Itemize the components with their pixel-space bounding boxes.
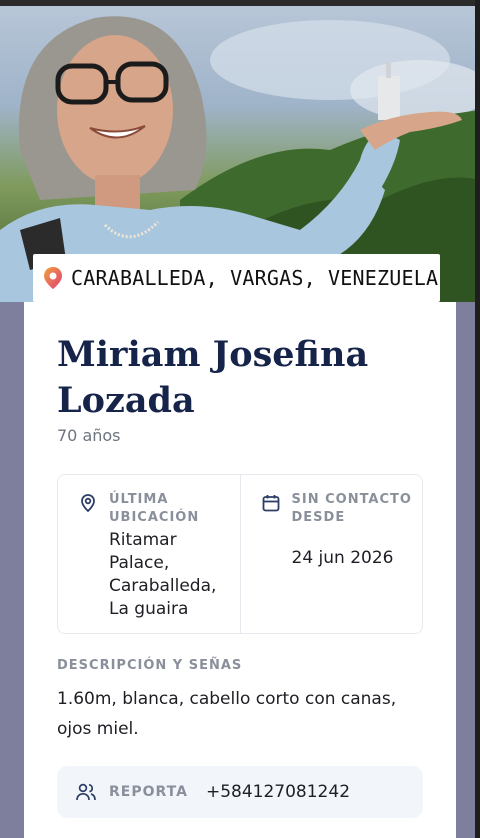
report-label: REPORTA [109, 784, 188, 800]
last-location-label: ÚLTIMA UBICACIÓN [109, 492, 200, 525]
report-contact[interactable]: REPORTA +584127081242 [57, 766, 423, 818]
person-age: 70 años [57, 426, 121, 445]
info-box: ÚLTIMA UBICACIÓN Ritamar Palace, Carabal… [57, 474, 423, 634]
no-contact-label: SIN CONTACTO DESDE [291, 492, 412, 525]
no-contact: SIN CONTACTO DESDE 24 jun 2026 [239, 475, 423, 633]
person-card: Miriam Josefina Lozada 70 años ÚLTIMA UB… [24, 302, 456, 838]
right-edge [475, 0, 480, 838]
map-pin-icon [81, 494, 95, 513]
users-icon [76, 783, 96, 801]
person-name: Miriam Josefina Lozada [57, 334, 369, 421]
last-location: ÚLTIMA UBICACIÓN Ritamar Palace, Carabal… [58, 475, 240, 633]
no-contact-value: 24 jun 2026 [291, 548, 394, 568]
top-edge [0, 0, 480, 6]
description-label: DESCRIPCIÓN Y SEÑAS [57, 658, 243, 673]
description-text: 1.60m, blanca, cabello corto con canas, … [57, 689, 397, 739]
last-location-value: Ritamar Palace, Caraballeda, La guaira [109, 530, 217, 619]
report-phone[interactable]: +584127081242 [206, 782, 350, 802]
location-chip-text: CARABALLEDA, VARGAS, VENEZUELA [71, 266, 439, 290]
calendar-icon [262, 495, 279, 512]
location-chip: CARABALLEDA, VARGAS, VENEZUELA [33, 254, 440, 302]
location-pin-icon [44, 267, 62, 289]
